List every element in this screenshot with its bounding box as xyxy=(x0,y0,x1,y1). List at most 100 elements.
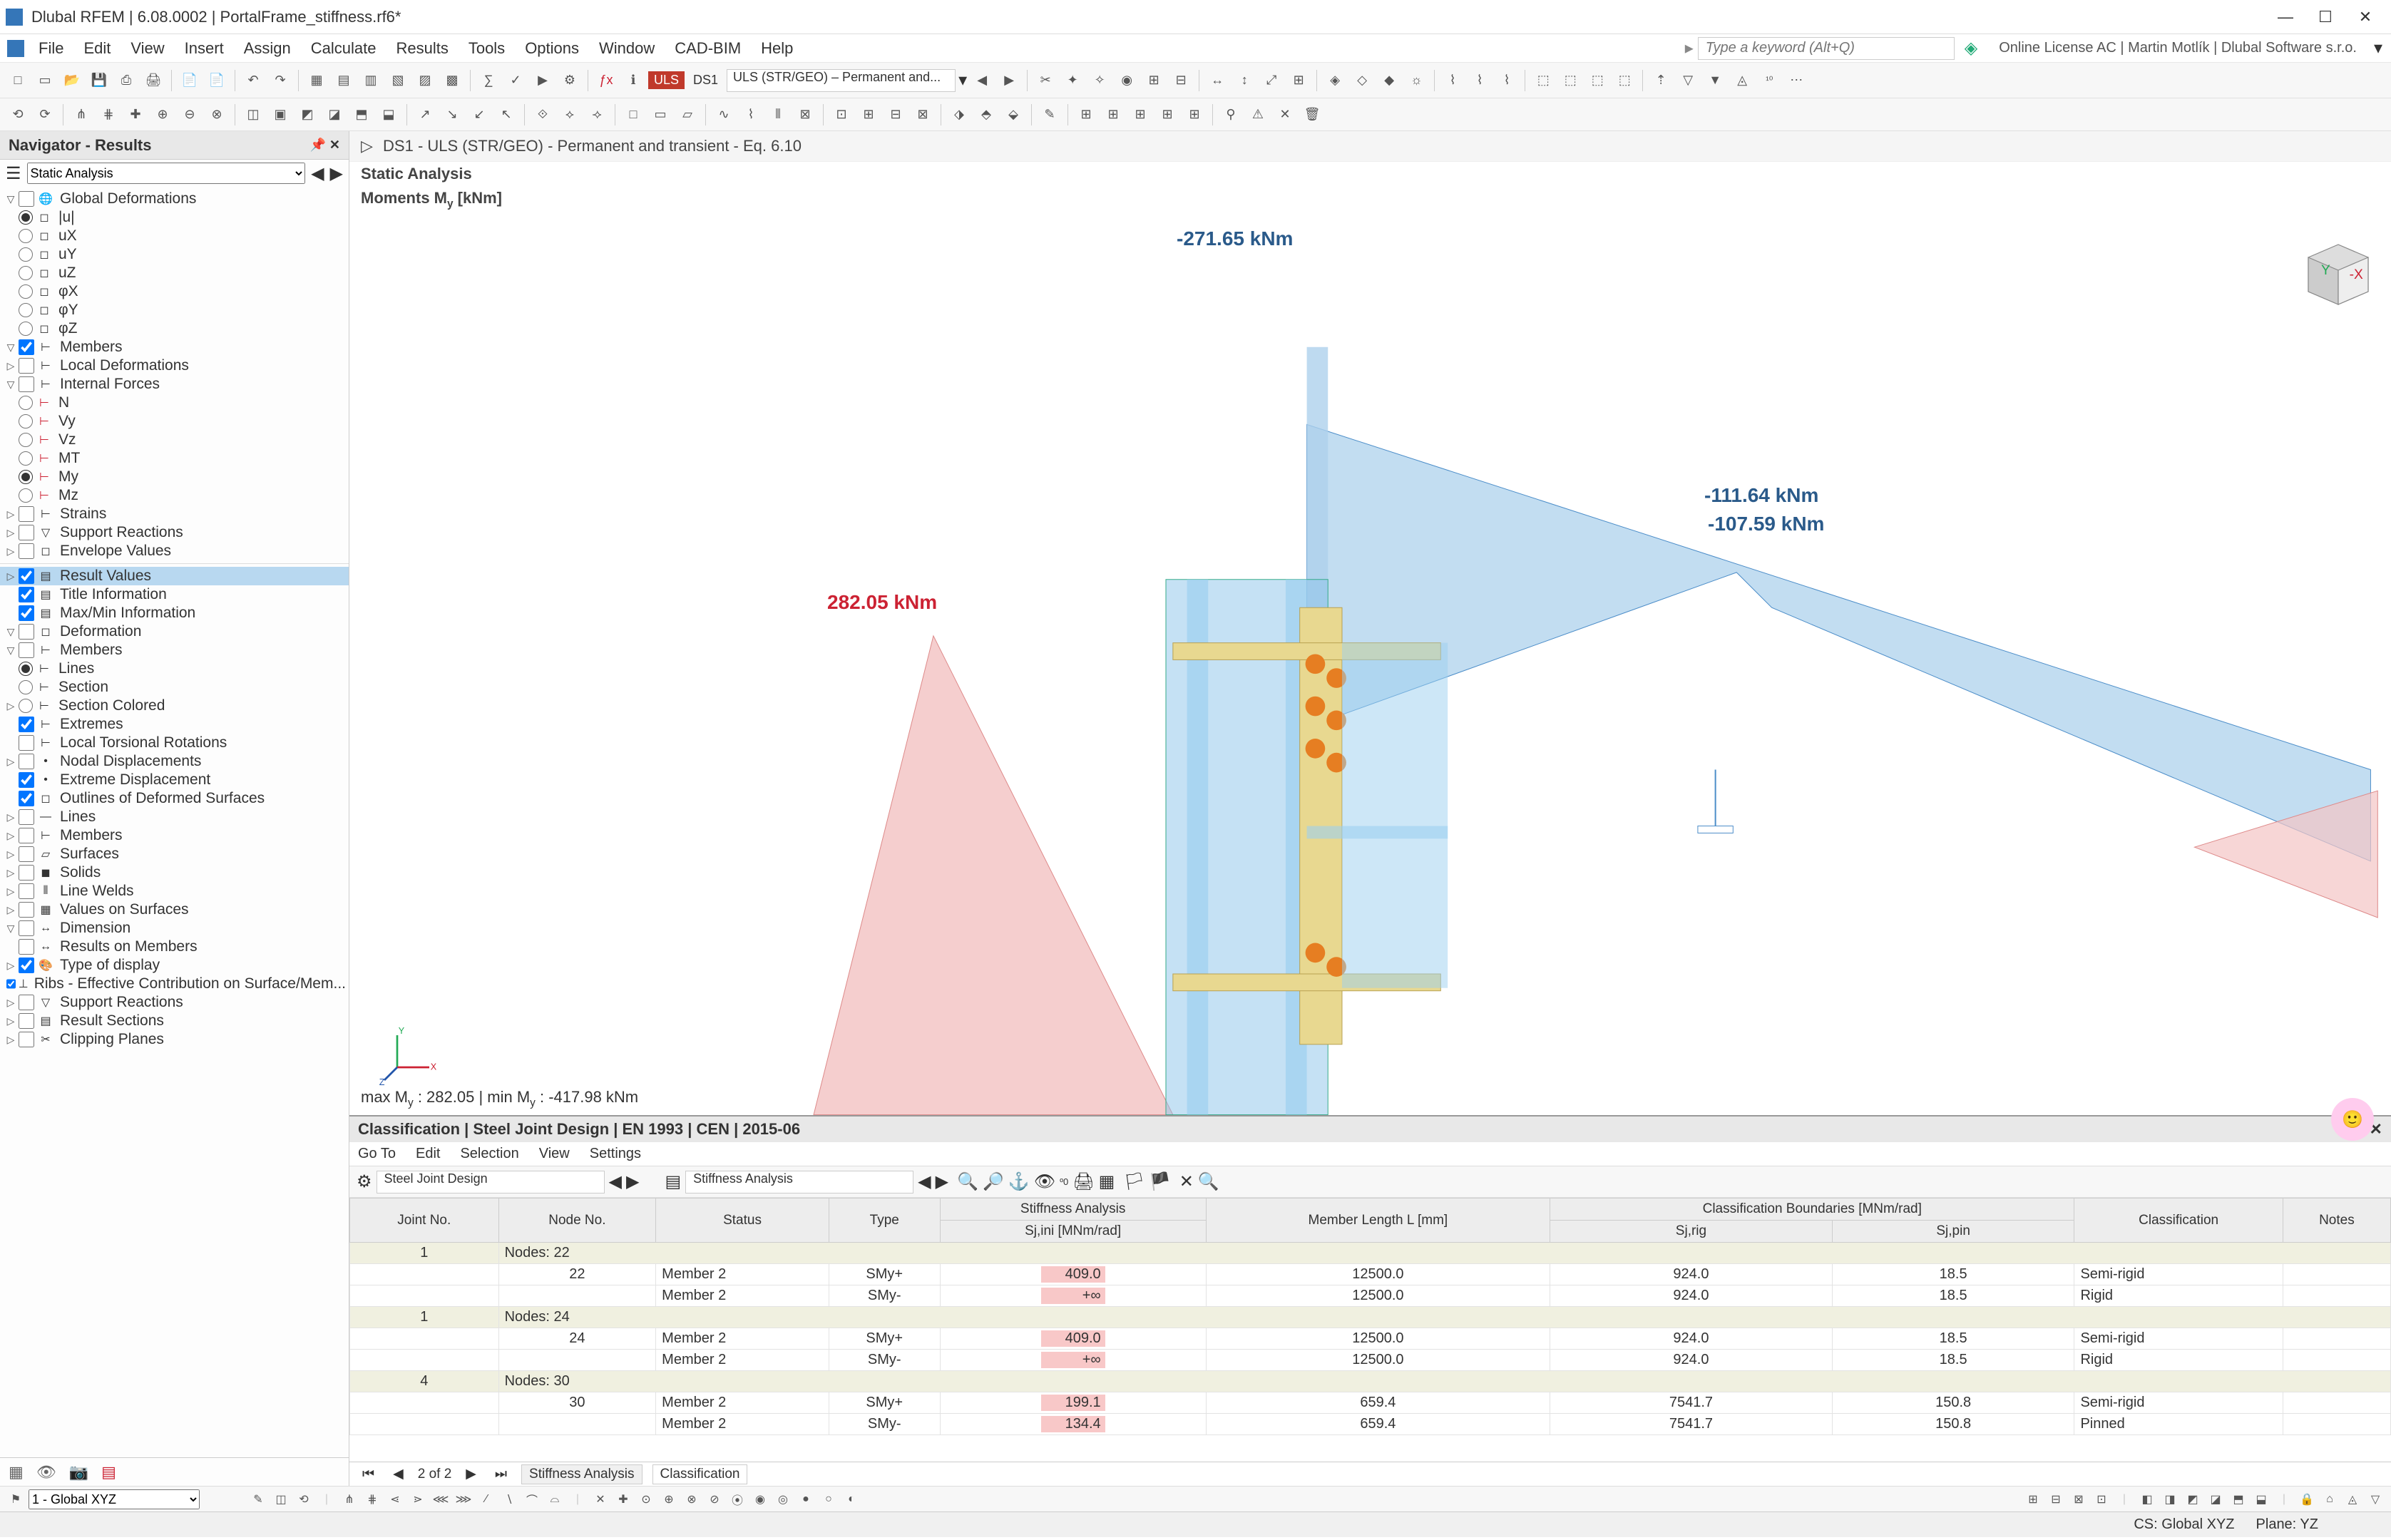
combo-stiff[interactable]: Stiffness Analysis xyxy=(685,1171,913,1194)
help-avatar[interactable]: 🙂 xyxy=(2331,1098,2374,1141)
bt-r11-icon[interactable]: 🔒 xyxy=(2297,1489,2317,1509)
r-uy[interactable] xyxy=(19,247,33,262)
bt-t-icon[interactable]: ⦿ xyxy=(727,1489,747,1509)
node-ux[interactable]: ◻uX xyxy=(0,227,349,245)
save-icon[interactable]: 💾 xyxy=(87,68,111,93)
t2an-icon[interactable]: ⊞ xyxy=(1155,103,1179,127)
t2aj-icon[interactable]: ✎ xyxy=(1038,103,1062,127)
ct-g-icon[interactable]: ▦ xyxy=(1099,1171,1115,1192)
t2b-icon[interactable]: ⟳ xyxy=(33,103,57,127)
cm-sel[interactable]: Selection xyxy=(460,1146,518,1162)
doc2-icon[interactable]: 📄 xyxy=(205,68,229,93)
node-internal[interactable]: ▽⊢Internal Forces xyxy=(0,375,349,394)
t2x-icon[interactable]: ▱ xyxy=(675,103,700,127)
node-title-info[interactable]: ▤Title Information xyxy=(0,585,349,604)
label10-icon[interactable]: ¹⁰ xyxy=(1757,68,1781,93)
pg-tab1[interactable]: Stiffness Analysis xyxy=(521,1464,642,1484)
node-surfaces[interactable]: ▷▱Surfaces xyxy=(0,845,349,863)
navtab-eye-icon[interactable]: 👁 xyxy=(36,1463,56,1482)
bt-d-icon[interactable]: ⋔ xyxy=(339,1489,359,1509)
bt-r-icon[interactable]: ⊗ xyxy=(682,1489,702,1509)
menu-help[interactable]: Help xyxy=(751,36,803,61)
table-row[interactable]: 24Member 2SMy+409.012500.0924.018.5Semi-… xyxy=(350,1328,2391,1350)
menu-view[interactable]: View xyxy=(121,36,174,61)
t2ah-icon[interactable]: ⬘ xyxy=(974,103,998,127)
r-uz[interactable] xyxy=(19,266,33,280)
bt-r12-icon[interactable]: ⌂ xyxy=(2320,1489,2340,1509)
cb-members[interactable] xyxy=(19,339,34,355)
bt-r9-icon[interactable]: ⬒ xyxy=(2228,1489,2248,1509)
keyword-search[interactable] xyxy=(1698,37,1955,60)
table-row[interactable]: Member 2SMy-+∞12500.0924.018.5Rigid xyxy=(350,1285,2391,1307)
table-row[interactable]: 30Member 2SMy+199.1659.47541.7150.8Semi-… xyxy=(350,1392,2391,1414)
cb-sf[interactable] xyxy=(19,846,34,862)
navtab-data-icon[interactable]: ▦ xyxy=(9,1463,24,1482)
fx-icon[interactable]: ƒx xyxy=(594,68,618,93)
info-icon[interactable]: ℹ xyxy=(621,68,645,93)
node-deformation[interactable]: ▽◻Deformation xyxy=(0,622,349,641)
cb-rm[interactable] xyxy=(19,939,34,955)
node-members3[interactable]: ▷⊢Members xyxy=(0,826,349,845)
ct-e-icon[interactable]: º0 xyxy=(1060,1176,1068,1187)
render-icon[interactable]: ◈ xyxy=(1323,68,1347,93)
t2al-icon[interactable]: ⊞ xyxy=(1101,103,1125,127)
filter-select[interactable]: Static Analysis xyxy=(27,163,306,184)
node-vz[interactable]: ⊢Vz xyxy=(0,431,349,449)
tool-b-icon[interactable]: ✦ xyxy=(1060,68,1085,93)
node-lines[interactable]: ▷—Lines xyxy=(0,808,349,826)
t2s-icon[interactable]: ⟐ xyxy=(531,103,555,127)
t2ar-icon[interactable]: ✕ xyxy=(1273,103,1297,127)
t2f-icon[interactable]: ⊕ xyxy=(150,103,175,127)
node-def-lines[interactable]: ⊢Lines xyxy=(0,659,349,678)
t2ac-icon[interactable]: ⊡ xyxy=(829,103,854,127)
table-row[interactable]: Member 2SMy-134.4659.47541.7150.8Pinned xyxy=(350,1414,2391,1435)
r-dl[interactable] xyxy=(19,662,33,676)
node-result-values[interactable]: ▷▤Result Values xyxy=(0,567,349,585)
node-global-def[interactable]: ▽🌐Global Deformations xyxy=(0,190,349,208)
vp-expand-icon[interactable]: ▷ xyxy=(361,137,373,155)
cb-cp[interactable] xyxy=(19,1032,34,1047)
node-strains[interactable]: ▷⊢Strains xyxy=(0,505,349,523)
check-icon[interactable]: ✓ xyxy=(503,68,528,93)
cb-global[interactable] xyxy=(19,191,34,207)
node-extdisp[interactable]: •Extreme Displacement xyxy=(0,771,349,789)
t2v-icon[interactable]: □ xyxy=(621,103,645,127)
canvas-3d[interactable]: -271.65 kNm -111.64 kNm -107.59 kNm 282.… xyxy=(349,213,2391,1115)
print-icon[interactable]: 🖨 xyxy=(141,68,165,93)
node-vy[interactable]: ⊢Vy xyxy=(0,412,349,431)
cb-dm[interactable] xyxy=(19,642,34,658)
r-phix[interactable] xyxy=(19,284,33,299)
node-def-ltr[interactable]: ⊢Local Torsional Rotations xyxy=(0,734,349,752)
ct-j-icon[interactable]: ✕ xyxy=(1179,1171,1194,1192)
dim-icon[interactable]: ↔ xyxy=(1205,68,1229,93)
ct-d-icon[interactable]: 👁 xyxy=(1034,1171,1055,1192)
pg-tab2[interactable]: Classification xyxy=(652,1464,748,1484)
cb-td[interactable] xyxy=(19,958,34,973)
t2q-icon[interactable]: ↙ xyxy=(467,103,491,127)
bt-r6-icon[interactable]: ◨ xyxy=(2160,1489,2180,1509)
t2as-icon[interactable]: 🗑 xyxy=(1300,103,1324,127)
node-linewelds[interactable]: ▷⫴Line Welds xyxy=(0,882,349,900)
ct-next-icon[interactable]: ▶ xyxy=(626,1171,639,1192)
grid-icon[interactable]: ⊞ xyxy=(1286,68,1311,93)
tool-e-icon[interactable]: ⊞ xyxy=(1142,68,1166,93)
cb-rb[interactable] xyxy=(6,976,16,992)
bt-g-icon[interactable]: ⋗ xyxy=(408,1489,428,1509)
pg-first-icon[interactable]: ⏮ xyxy=(358,1467,379,1482)
bt-r8-icon[interactable]: ◪ xyxy=(2206,1489,2226,1509)
node-support[interactable]: ▷▽Support Reactions xyxy=(0,523,349,542)
bt-x-icon[interactable]: ○ xyxy=(819,1489,839,1509)
view-cube[interactable]: Y-X xyxy=(2291,227,2377,313)
m4-icon[interactable]: ⬚ xyxy=(1612,68,1637,93)
cb-lw[interactable] xyxy=(19,883,34,899)
t2n-icon[interactable]: ⬓ xyxy=(377,103,401,127)
view5-icon[interactable]: ▨ xyxy=(413,68,437,93)
menu-insert[interactable]: Insert xyxy=(175,36,234,61)
bt-l-icon[interactable]: ⌒ xyxy=(522,1489,542,1509)
cb-env[interactable] xyxy=(19,543,34,559)
bt-e-icon[interactable]: ⋕ xyxy=(362,1489,382,1509)
bt-a-icon[interactable]: ✎ xyxy=(248,1489,268,1509)
node-phiy[interactable]: ◻φY xyxy=(0,301,349,319)
def3-icon[interactable]: ⌇ xyxy=(1495,68,1519,93)
ct-prev2-icon[interactable]: ◀ xyxy=(918,1171,931,1192)
